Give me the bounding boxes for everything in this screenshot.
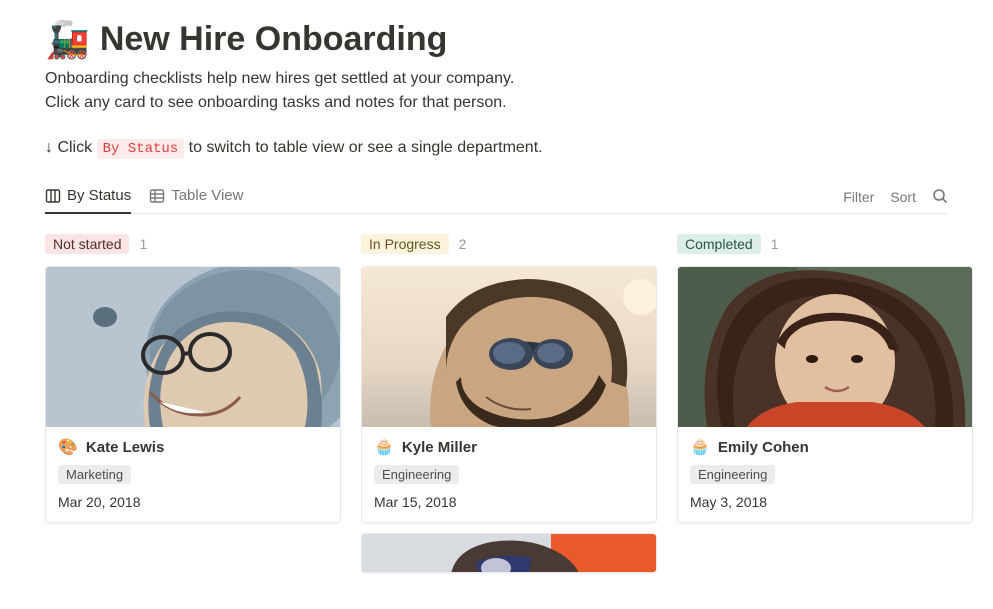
column-completed: Completed 1 🧁 xyxy=(677,234,973,583)
card-name: Kyle Miller xyxy=(402,439,477,456)
card-date: May 3, 2018 xyxy=(690,494,960,510)
column-count: 1 xyxy=(771,236,779,252)
hint-text: ↓ Click By Status to switch to table vie… xyxy=(45,139,948,157)
column-header: Completed 1 xyxy=(677,234,973,254)
card-partial[interactable] xyxy=(361,533,657,573)
board: Not started 1 xyxy=(45,234,948,583)
palette-icon: 🎨 xyxy=(58,437,78,457)
cupcake-icon: 🧁 xyxy=(690,437,710,457)
column-header: Not started 1 xyxy=(45,234,341,254)
controls: Filter Sort xyxy=(843,188,948,207)
tab-table-view[interactable]: Table View xyxy=(149,181,243,214)
column-in-progress: In Progress 2 xyxy=(361,234,657,583)
sort-button[interactable]: Sort xyxy=(890,189,916,205)
card-name-row: 🧁 Emily Cohen xyxy=(690,437,960,457)
filter-button[interactable]: Filter xyxy=(843,189,874,205)
column-not-started: Not started 1 xyxy=(45,234,341,583)
page-description: Onboarding checklists help new hires get… xyxy=(45,67,948,115)
card-kyle-miller[interactable]: 🧁 Kyle Miller Engineering Mar 15, 2018 xyxy=(361,266,657,523)
tab-by-status[interactable]: By Status xyxy=(45,181,131,214)
card-name: Kate Lewis xyxy=(86,439,164,456)
card-date: Mar 15, 2018 xyxy=(374,494,644,510)
description-line-1: Onboarding checklists help new hires get… xyxy=(45,67,948,91)
cupcake-icon: 🧁 xyxy=(374,437,394,457)
hint-prefix: ↓ Click xyxy=(45,139,97,156)
department-tag: Engineering xyxy=(374,465,459,484)
description-line-2: Click any card to see onboarding tasks a… xyxy=(45,91,948,115)
train-icon: 🚂 xyxy=(45,22,90,58)
card-image xyxy=(362,267,656,427)
card-image xyxy=(362,534,656,573)
card-body: 🎨 Kate Lewis Marketing Mar 20, 2018 xyxy=(46,427,340,522)
card-date: Mar 20, 2018 xyxy=(58,494,328,510)
table-icon xyxy=(149,188,165,204)
department-tag: Engineering xyxy=(690,465,775,484)
status-badge-completed: Completed xyxy=(677,234,761,254)
column-count: 2 xyxy=(459,236,467,252)
status-badge-in-progress: In Progress xyxy=(361,234,449,254)
tabs: By Status Table View xyxy=(45,181,243,213)
tabs-row: By Status Table View Filter Sort xyxy=(45,181,948,214)
tab-table-view-label: Table View xyxy=(171,187,243,204)
card-image xyxy=(678,267,972,427)
search-icon xyxy=(932,188,948,204)
page-title-row: 🚂 New Hire Onboarding xyxy=(45,20,948,59)
card-image xyxy=(46,267,340,427)
column-header: In Progress 2 xyxy=(361,234,657,254)
card-name-row: 🎨 Kate Lewis xyxy=(58,437,328,457)
card-name-row: 🧁 Kyle Miller xyxy=(374,437,644,457)
hint-code: By Status xyxy=(97,139,185,159)
column-count: 1 xyxy=(139,236,147,252)
card-body: 🧁 Kyle Miller Engineering Mar 15, 2018 xyxy=(362,427,656,522)
card-name: Emily Cohen xyxy=(718,439,809,456)
status-badge-not-started: Not started xyxy=(45,234,129,254)
board-icon xyxy=(45,188,61,204)
search-button[interactable] xyxy=(932,188,948,207)
tab-by-status-label: By Status xyxy=(67,187,131,204)
card-emily-cohen[interactable]: 🧁 Emily Cohen Engineering May 3, 2018 xyxy=(677,266,973,523)
card-body: 🧁 Emily Cohen Engineering May 3, 2018 xyxy=(678,427,972,522)
hint-suffix: to switch to table view or see a single … xyxy=(184,139,542,156)
department-tag: Marketing xyxy=(58,465,131,484)
page-title: New Hire Onboarding xyxy=(100,20,448,59)
card-kate-lewis[interactable]: 🎨 Kate Lewis Marketing Mar 20, 2018 xyxy=(45,266,341,523)
